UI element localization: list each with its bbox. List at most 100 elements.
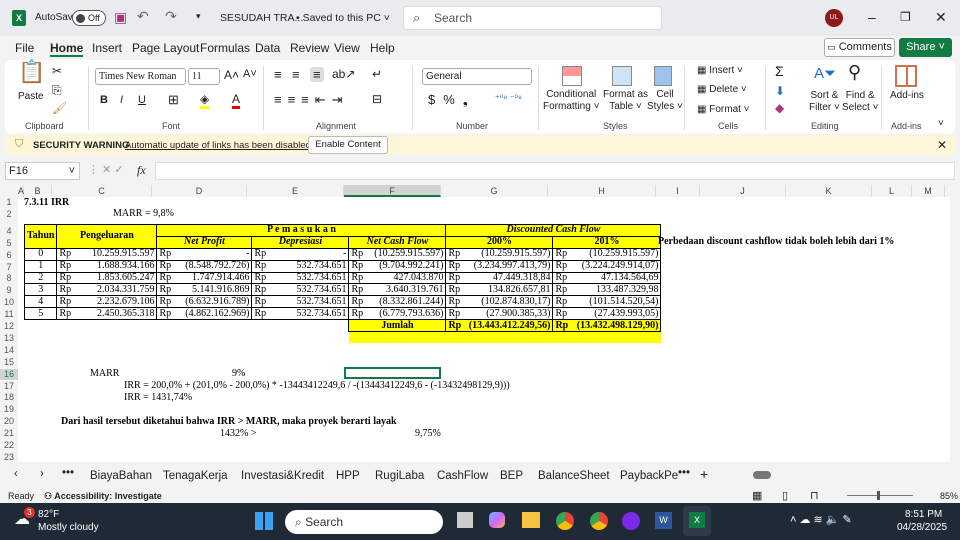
row-header[interactable]: 1 — [0, 197, 18, 209]
row-header[interactable]: 17 — [0, 380, 18, 393]
find-select-button[interactable]: Find & Select ˅ — [842, 90, 878, 114]
row-header[interactable]: 6 — [0, 249, 18, 262]
amount-cell[interactable]: Rp 47.449.318,84 — [445, 271, 554, 285]
decrease-font-icon[interactable]: A˅ — [243, 68, 257, 80]
windows-start-icon[interactable] — [255, 512, 273, 530]
chrome-profile-icon[interactable] — [590, 512, 608, 530]
amount-cell[interactable]: Rp (6.632.916.789) — [156, 295, 253, 309]
amount-cell[interactable]: Rp 1.853.605.247 — [56, 271, 158, 285]
fill-icon[interactable]: ⬇ — [775, 84, 785, 98]
more-tabs-icon[interactable]: ••• — [678, 467, 690, 479]
task-view-icon[interactable] — [457, 512, 473, 528]
redo-icon[interactable]: ↷ — [165, 8, 177, 25]
insert-function-icon[interactable]: fx — [137, 163, 146, 178]
save-icon[interactable]: ▣ — [114, 9, 127, 26]
amount-cell[interactable]: Rp 2.034.331.759 — [56, 283, 158, 297]
tab-page-layout[interactable]: Page Layout — [132, 41, 199, 55]
amount-cell[interactable]: Rp 532.734.651 — [251, 259, 350, 273]
sheet-tab[interactable]: RugiLaba — [375, 470, 424, 482]
warning-message-link[interactable]: Automatic update of links has been disab… — [125, 140, 311, 151]
clock-time[interactable]: 8:51 PM — [905, 509, 942, 520]
undo-icon[interactable]: ↶ — [137, 8, 149, 25]
accessibility-status[interactable]: ⚇ Accessibility: Investigate — [44, 491, 162, 502]
underline-icon[interactable]: U — [138, 94, 146, 106]
clear-icon[interactable]: ◆ — [775, 101, 784, 115]
sort-filter-button[interactable]: Sort & Filter ˅ — [809, 90, 840, 114]
tab-data[interactable]: Data — [255, 41, 280, 55]
column-header[interactable]: H — [548, 185, 656, 197]
name-box[interactable]: F16 ˅ — [5, 162, 80, 180]
sheet-tab[interactable]: PaybackPe — [620, 470, 678, 482]
row-header[interactable]: 20 — [0, 416, 18, 429]
column-header[interactable]: C — [52, 185, 152, 197]
conditional-formatting-icon[interactable] — [562, 66, 582, 86]
row-header[interactable]: 4 — [0, 225, 18, 238]
save-status[interactable]: • Saved to this PC ˅ — [296, 12, 390, 24]
row-header[interactable]: 9 — [0, 285, 18, 298]
sort-filter-icon[interactable]: A⏷ — [814, 65, 836, 82]
decimal-icons[interactable]: ⁺⁰⁸ ⁻⁰⁸ — [495, 93, 522, 104]
year-cell[interactable]: 0 — [23, 247, 58, 261]
add-ins-button[interactable]: Add-ins — [890, 90, 924, 102]
bold-icon[interactable]: B — [100, 94, 108, 106]
insert-cells-button[interactable]: ▦ Insert ˅ — [697, 65, 743, 77]
scrollbar-thumb[interactable] — [753, 471, 771, 479]
tab-home[interactable]: Home — [50, 41, 84, 57]
add-ins-icon[interactable] — [895, 65, 917, 87]
worksheet-grid[interactable]: 1 2 4 5 6 7 8 9 10 11 12 13 14 15 16 17 18 19 20 21 22 23 7.3… — [0, 197, 950, 464]
amount-cell[interactable]: Rp (8.332.861.244) — [348, 295, 447, 309]
amount-cell[interactable]: Rp 532.734.651 — [251, 283, 350, 297]
amount-cell[interactable]: Rp 47.134.564,69 — [552, 271, 662, 285]
sheet-tab[interactable]: BalanceSheet — [538, 470, 610, 482]
amount-cell[interactable]: Rp 134.826.657,81 — [445, 283, 554, 297]
year-cell[interactable]: 2 — [23, 271, 58, 285]
excel-taskbar-button[interactable]: X — [683, 506, 711, 536]
column-header[interactable]: K — [786, 185, 872, 197]
tab-help[interactable]: Help — [370, 41, 395, 55]
zoom-level[interactable]: 85% — [940, 491, 958, 501]
prev-sheet-icon[interactable]: ‹ — [14, 468, 18, 480]
word-icon[interactable]: W — [655, 512, 672, 529]
column-header[interactable]: M — [912, 185, 945, 197]
row-header[interactable]: 11 — [0, 309, 18, 321]
amount-cell[interactable]: Rp (102.874.830,17) — [445, 295, 554, 309]
amount-cell[interactable]: Rp (13.443.412.249,56) — [445, 319, 554, 333]
year-cell[interactable]: 4 — [23, 295, 58, 309]
add-sheet-icon[interactable]: + — [700, 466, 708, 482]
tab-review[interactable]: Review — [290, 41, 329, 55]
horizontal-align-icons[interactable]: ≡≡≡⇤⇥ — [274, 92, 349, 108]
clock-date[interactable]: 04/28/2025 — [897, 522, 947, 533]
sheet-tab[interactable]: BiayaBahan — [90, 470, 152, 482]
customize-toolbar-icon[interactable]: ▾ — [196, 11, 201, 22]
minimize-icon[interactable]: – — [868, 9, 876, 25]
align-bottom-icon[interactable]: ≡ — [310, 67, 324, 82]
amount-cell[interactable]: Rp 1.688.934.166 — [56, 259, 158, 273]
column-header[interactable]: L — [872, 185, 912, 197]
paste-icon[interactable]: 📋 — [18, 61, 45, 83]
borders-icon[interactable]: ⊞ — [168, 92, 179, 108]
find-icon[interactable]: ⚲ — [848, 62, 861, 83]
close-icon[interactable]: ✕ — [935, 9, 947, 26]
sheet-tab[interactable]: BEP — [500, 470, 523, 482]
format-as-table-icon[interactable] — [612, 66, 632, 86]
amount-cell[interactable]: Rp (101.514.520,54) — [552, 295, 662, 309]
amount-cell[interactable]: Rp 3.640.319.761 — [348, 283, 447, 297]
amount-cell[interactable]: Rp 532.734.651 — [251, 271, 350, 285]
selected-cell-f16[interactable] — [344, 367, 441, 379]
cut-icon[interactable]: ✂ — [52, 64, 62, 78]
restore-icon[interactable]: ❐ — [900, 10, 911, 24]
font-color-icon[interactable]: A — [232, 92, 241, 109]
row-header[interactable]: 7 — [0, 261, 18, 274]
fill-color-icon[interactable]: ◈ — [200, 92, 210, 109]
format-cells-button[interactable]: ▦ Format ˅ — [697, 104, 750, 116]
row-header[interactable]: 10 — [0, 297, 18, 310]
amount-cell[interactable]: Rp (27.439.993,05) — [552, 307, 662, 321]
amount-cell[interactable]: Rp 10.259.915.597 — [56, 247, 158, 261]
amount-cell[interactable]: Rp 2.232.679.106 — [56, 295, 158, 309]
row-header[interactable]: 22 — [0, 440, 18, 452]
row-header[interactable]: 13 — [0, 332, 18, 345]
tab-insert[interactable]: Insert — [92, 41, 122, 55]
enable-content-button[interactable]: Enable Content — [308, 136, 388, 154]
amount-cell[interactable]: Rp 133.487.329,98 — [552, 283, 662, 297]
paste-button[interactable]: Paste — [18, 91, 44, 103]
